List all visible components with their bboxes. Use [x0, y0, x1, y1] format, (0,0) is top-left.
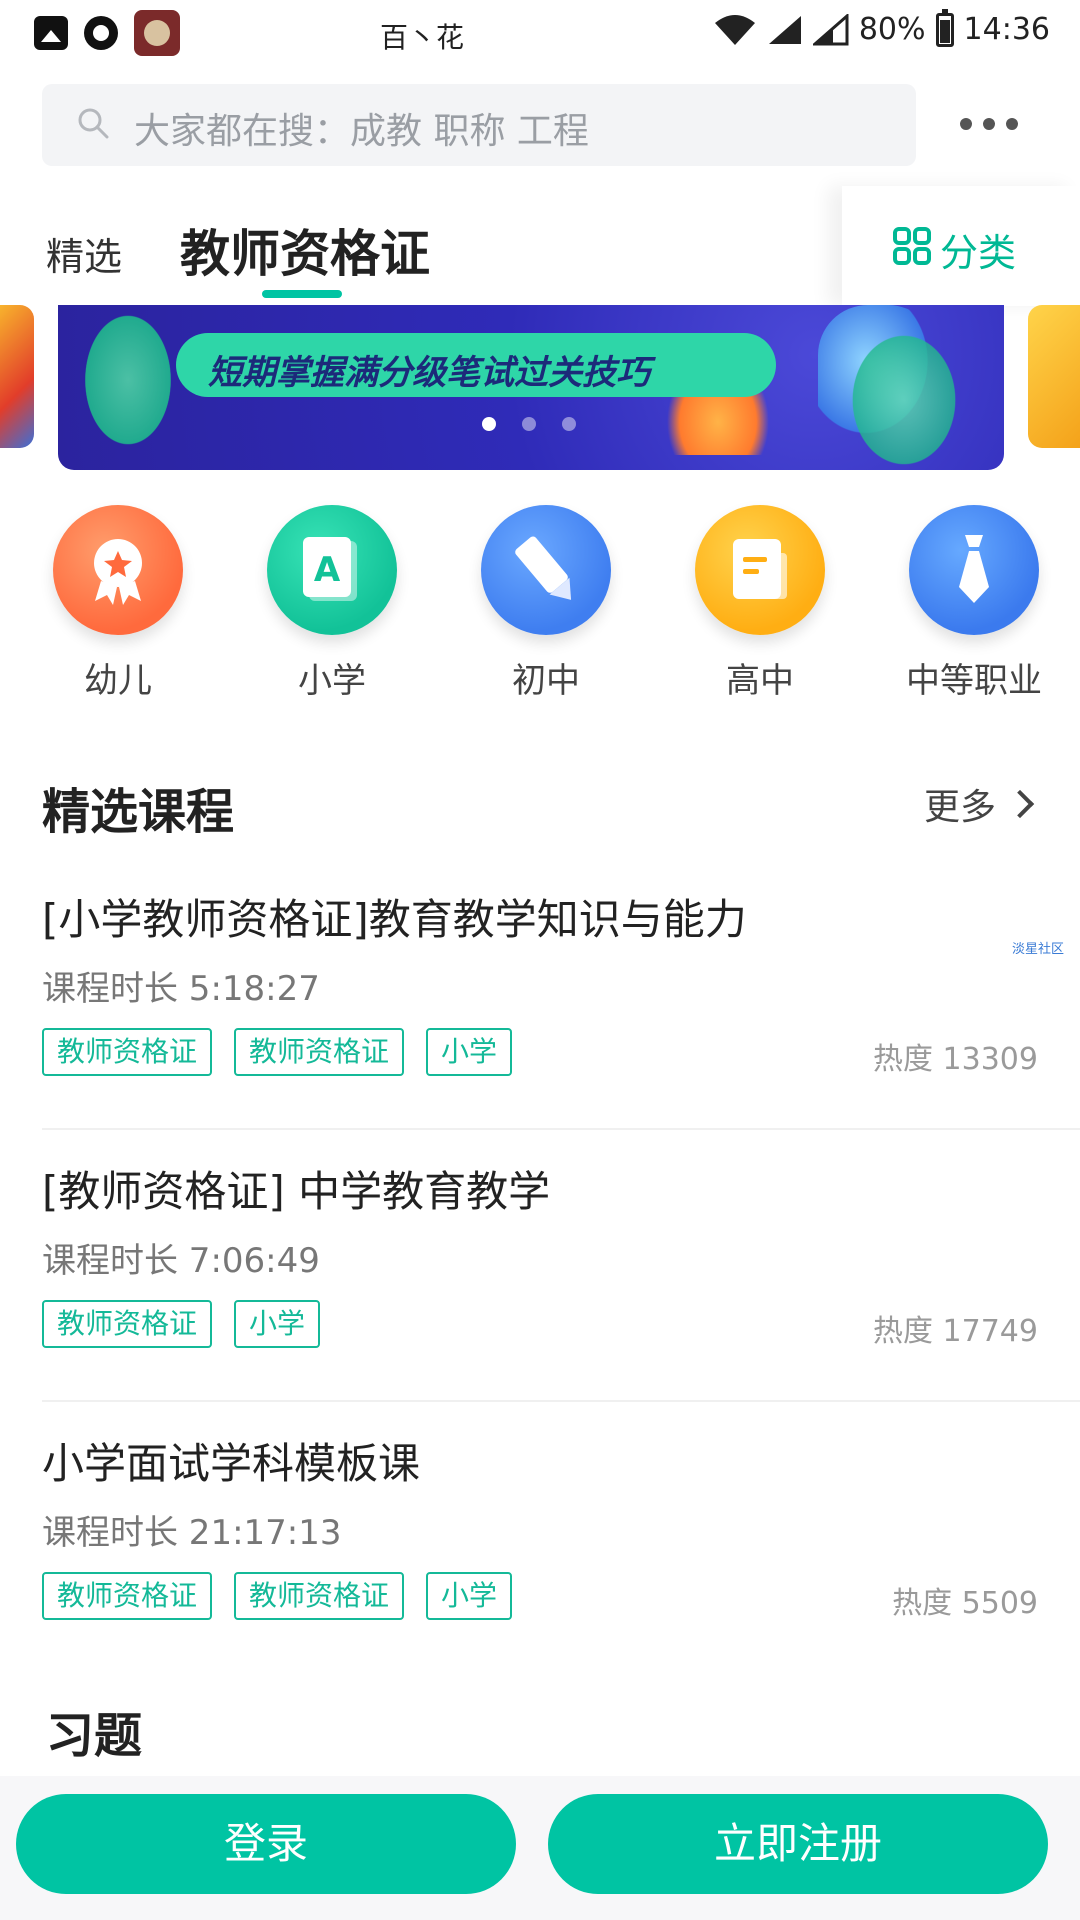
- course-heat: 热度 17749: [873, 1314, 1038, 1349]
- search-bar[interactable]: 大家都在搜：成教 职称 工程: [42, 84, 916, 166]
- category-label: 中等职业: [906, 661, 1042, 701]
- leaf-decoration-2: [844, 325, 964, 470]
- category-label: 幼儿: [84, 661, 152, 701]
- battery-percent: 80%: [858, 12, 926, 47]
- course-tag: 教师资格证: [42, 1572, 213, 1620]
- watermark: 淡星社区: [1012, 942, 1065, 957]
- search-placeholder: 大家都在搜：成教 职称 工程: [134, 111, 589, 152]
- more-options-icon[interactable]: [960, 104, 1018, 144]
- category-kindergarten[interactable]: 幼儿: [33, 505, 203, 702]
- category-primary[interactable]: A 小学: [247, 505, 417, 702]
- course-heat: 热度 13309: [873, 1042, 1038, 1077]
- necktie-icon: [909, 505, 1039, 635]
- document-icon: [695, 505, 825, 635]
- course-duration: 课程时长 7:06:49: [42, 1241, 320, 1281]
- page-dot: [522, 417, 536, 431]
- course-duration: 课程时长 21:17:13: [42, 1513, 342, 1553]
- gallery-icon: [34, 16, 68, 50]
- exercises-title: 习题: [46, 1708, 143, 1764]
- course-tag: 小学: [426, 1028, 513, 1076]
- course-tag: 小学: [426, 1572, 513, 1620]
- page-dot-active: [482, 417, 496, 431]
- course-tag: 小学: [234, 1300, 321, 1348]
- letter-a-book-icon: A: [267, 505, 397, 635]
- leaf-decoration: [78, 305, 178, 455]
- banner-next-peek[interactable]: [1028, 305, 1080, 448]
- grid-icon: [893, 227, 931, 265]
- page-dot: [562, 417, 576, 431]
- search-icon: [78, 108, 109, 139]
- promo-banner[interactable]: 短期掌握满分级笔试过关技巧: [58, 305, 1004, 470]
- clock: 14:36: [963, 12, 1050, 47]
- circle-notification-icon: [84, 16, 118, 50]
- more-link[interactable]: 更多: [924, 778, 1035, 830]
- banner-page-indicator: [482, 417, 576, 431]
- course-tag: 教师资格证: [234, 1028, 405, 1076]
- status-bar: 百丶花 80% 14:36: [0, 0, 1080, 64]
- category-label: 小学: [298, 661, 366, 701]
- divider: [42, 1400, 1080, 1402]
- category-button[interactable]: 分类: [842, 186, 1080, 306]
- pencil-icon: [481, 505, 611, 635]
- bottom-action-bar: 登录 立即注册: [0, 1776, 1080, 1920]
- signal-icon: [767, 14, 803, 46]
- course-title: [教师资格证] 中学教育教学: [42, 1167, 551, 1216]
- wifi-icon: [713, 13, 757, 47]
- category-high-school[interactable]: 高中: [675, 505, 845, 702]
- category-label: 高中: [726, 661, 794, 701]
- status-title: 百丶花: [380, 21, 465, 54]
- login-button[interactable]: 登录: [16, 1794, 516, 1894]
- course-tag: 教师资格证: [234, 1572, 405, 1620]
- battery-icon: [935, 8, 954, 47]
- course-tag: 教师资格证: [42, 1300, 213, 1348]
- svg-text:A: A: [314, 550, 341, 590]
- category-vocational[interactable]: 中等职业: [889, 505, 1059, 702]
- tab-featured[interactable]: 精选: [46, 226, 122, 281]
- divider: [42, 1128, 1080, 1130]
- award-icon: [53, 505, 183, 635]
- register-button[interactable]: 立即注册: [548, 1794, 1048, 1894]
- status-right: 80% 14:36: [713, 8, 1050, 47]
- active-tab-indicator: [262, 290, 342, 298]
- level-categories: 幼儿 A 小学 初中 高中 中等职业: [0, 505, 1080, 705]
- chevron-right-icon: [1005, 789, 1035, 819]
- status-left: [34, 10, 180, 56]
- course-heat: 热度 5509: [892, 1586, 1038, 1621]
- category-label: 分类: [940, 231, 1017, 275]
- course-tag: 教师资格证: [42, 1028, 213, 1076]
- course-title: [小学教师资格证]教育教学知识与能力: [42, 895, 747, 944]
- course-title: 小学面试学科模板课: [42, 1439, 421, 1488]
- more-label: 更多: [924, 787, 997, 828]
- signal-icon-2: [812, 13, 849, 46]
- course-duration: 课程时长 5:18:27: [42, 969, 320, 1009]
- category-middle-school[interactable]: 初中: [461, 505, 631, 702]
- category-label: 初中: [512, 661, 580, 701]
- tab-teacher-certificate[interactable]: 教师资格证: [180, 214, 430, 286]
- app-notification-icon: [134, 10, 180, 56]
- banner-headline: 短期掌握满分级笔试过关技巧: [208, 353, 650, 393]
- section-title: 精选课程: [42, 784, 235, 840]
- banner-prev-peek[interactable]: [0, 305, 34, 448]
